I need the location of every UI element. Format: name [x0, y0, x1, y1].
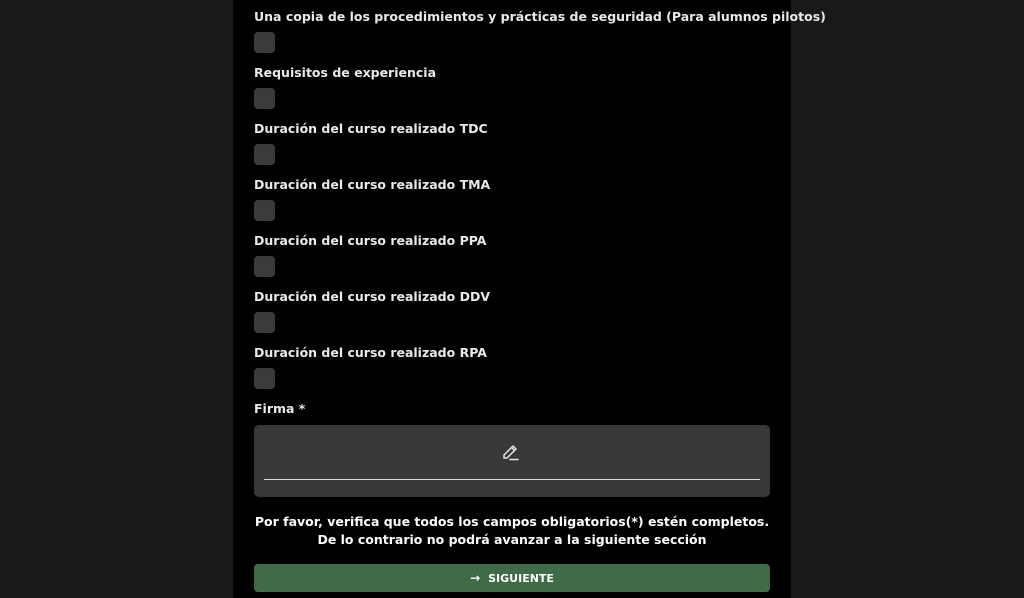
signature-label: Firma * — [254, 401, 306, 416]
field-label-course-tdc: Duración del curso realizado TDC — [254, 121, 488, 136]
field-label-safety-procedures: Una copia de los procedimientos y prácti… — [254, 9, 826, 24]
next-button[interactable]: → SIGUIENTE — [254, 564, 770, 592]
field-label-course-ddv: Duración del curso realizado DDV — [254, 289, 490, 304]
pen-icon — [503, 445, 519, 461]
checkbox-course-tma[interactable] — [254, 200, 275, 221]
field-label-course-rpa: Duración del curso realizado RPA — [254, 345, 487, 360]
checkbox-course-rpa[interactable] — [254, 368, 275, 389]
field-label-course-ppa: Duración del curso realizado PPA — [254, 233, 487, 248]
arrow-right-icon: → — [470, 571, 481, 585]
checkbox-experience-requirements[interactable] — [254, 88, 275, 109]
field-label-experience-requirements: Requisitos de experiencia — [254, 65, 437, 80]
signature-pad[interactable] — [254, 425, 770, 497]
checkbox-course-ddv[interactable] — [254, 312, 275, 333]
field-label-course-tma: Duración del curso realizado TMA — [254, 177, 491, 192]
signature-baseline — [264, 479, 760, 480]
required-fields-notice: Por favor, verifica que todos los campos… — [254, 514, 770, 547]
page: Una copia de los procedimientos y prácti… — [0, 0, 1024, 598]
checkbox-course-ppa[interactable] — [254, 256, 275, 277]
checkbox-safety-procedures[interactable] — [254, 32, 275, 53]
checkbox-course-tdc[interactable] — [254, 144, 275, 165]
next-button-label: SIGUIENTE — [488, 571, 554, 585]
